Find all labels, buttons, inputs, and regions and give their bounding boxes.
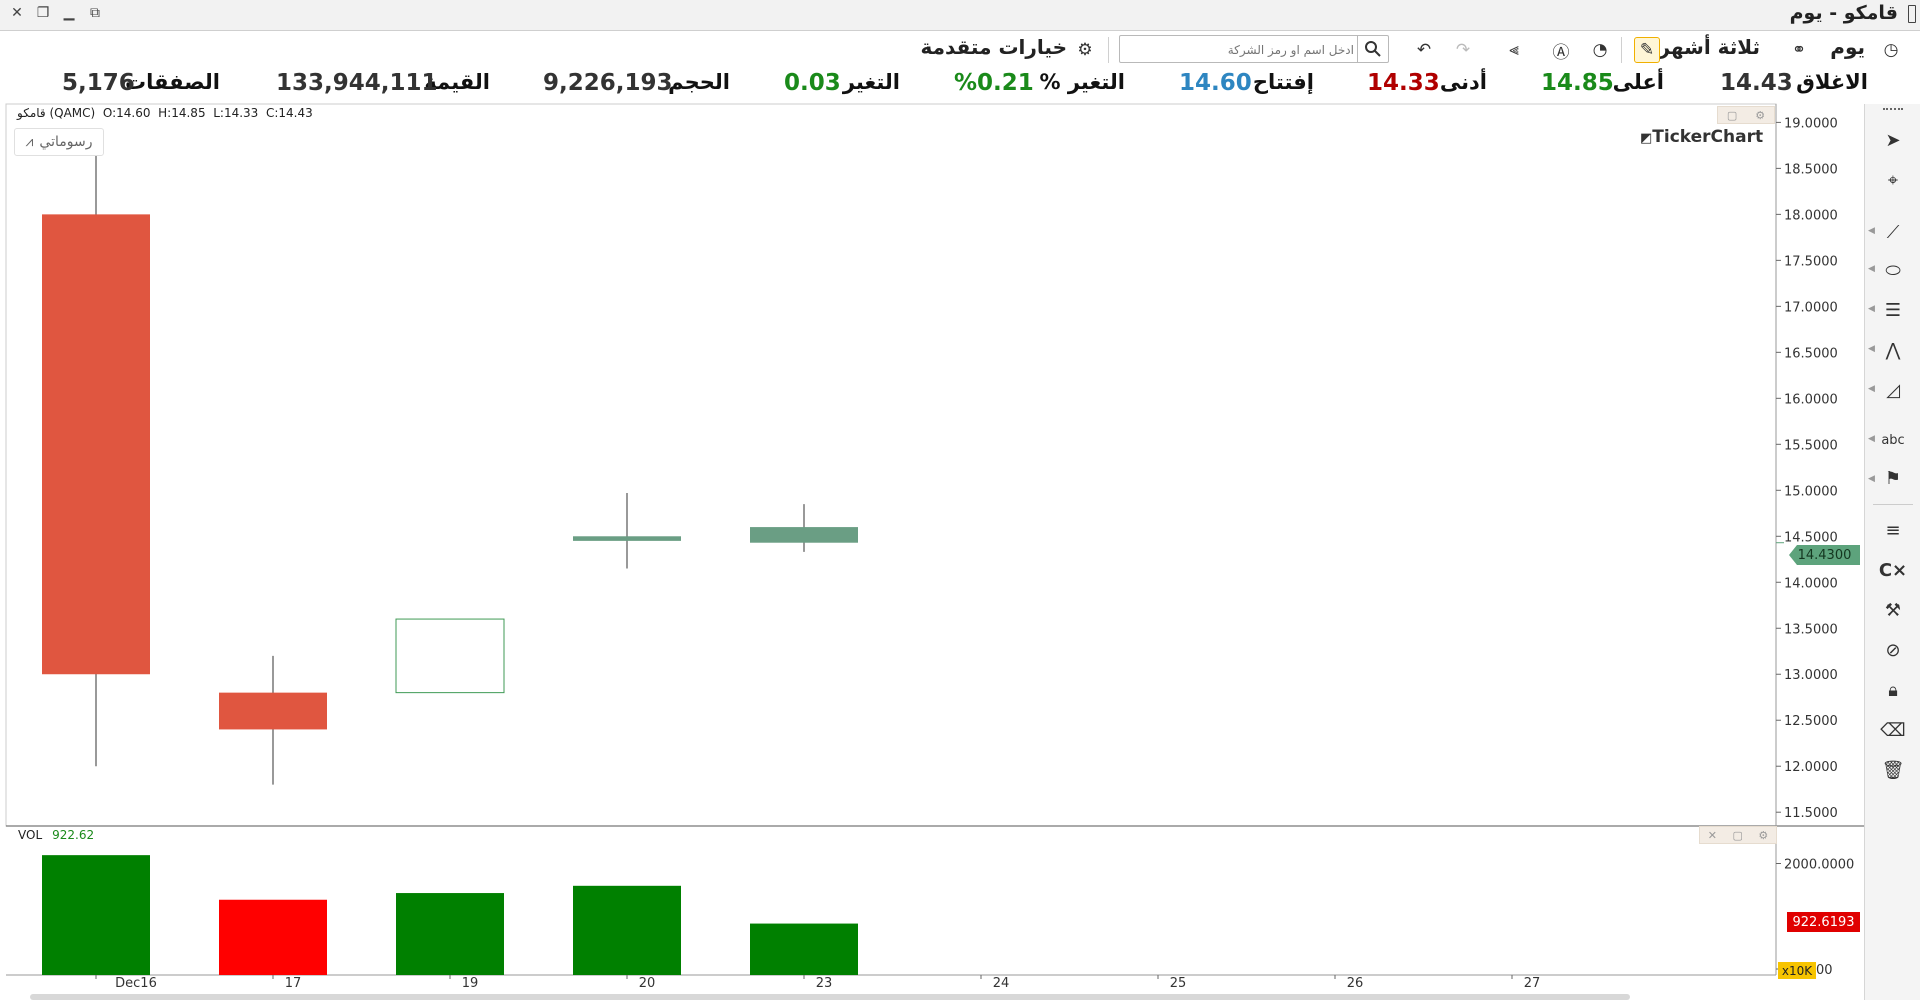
pin-icon[interactable] <box>1908 5 1916 23</box>
vol-y-tick-label: 2000.0000 <box>1784 858 1854 873</box>
legend-low: L:14.33 <box>213 106 259 120</box>
x-tick-label: 17 <box>285 976 302 991</box>
legend-open: O:14.60 <box>102 106 151 120</box>
volume-legend: VOL 922.62 <box>18 828 94 842</box>
text-tool-icon[interactable]: abc <box>1877 424 1909 456</box>
eraser-icon[interactable]: ⌫ <box>1877 714 1909 746</box>
candle-body <box>573 536 681 541</box>
x-tick-label: 24 <box>993 976 1010 991</box>
drawing-tools-sidebar: ➤ ⌖ ◀ ⟋ ◀ ⬭ ◀ ☰ ◀ ⋀ ◀ ◿ ◀ abc ◀ ⚑ ≡ C× ⚒… <box>1864 104 1920 1000</box>
y-tick-label: 17.0000 <box>1784 300 1838 315</box>
panel-settings-icon[interactable]: ⚙ <box>1755 109 1765 122</box>
candle-body <box>42 214 150 675</box>
volume-bar <box>42 855 150 975</box>
y-tick-label: 17.5000 <box>1784 254 1838 269</box>
chart-canvas[interactable]: 19.0000 18.5000 18.0000 17.5000 17.0000 16.50… <box>0 0 1864 1000</box>
vol-y-tick-label: 00 <box>1816 963 1833 978</box>
x-tick-label: 27 <box>1524 976 1541 991</box>
last-price-tag: 14.4300 <box>1789 545 1860 565</box>
hide-drawings-icon[interactable]: ⊘ <box>1877 634 1909 666</box>
objects-list-icon[interactable]: ≡ <box>1877 514 1909 546</box>
x-tick-label: Dec16 <box>115 976 157 991</box>
external-link-icon: ◩ <box>1640 131 1653 146</box>
close-panel-icon[interactable]: ✕ <box>1708 829 1717 842</box>
candle-body <box>750 527 858 543</box>
trendline-icon[interactable]: ⟋ <box>1877 216 1909 248</box>
y-tick-label: 12.0000 <box>1784 760 1838 775</box>
maximize-icon[interactable]: ▢ <box>1727 109 1737 122</box>
volume-bar <box>750 923 858 975</box>
y-tick-label: 13.0000 <box>1784 668 1838 683</box>
x-tick-label: 25 <box>1170 976 1187 991</box>
y-tick-label: 14.0000 <box>1784 576 1838 591</box>
horizontal-scrollbar[interactable] <box>30 994 1630 1000</box>
x-tick-label: 23 <box>816 976 833 991</box>
x-tick-label: 19 <box>462 976 479 991</box>
y-tick-label: 18.5000 <box>1784 162 1838 177</box>
watermark-text: TickerChart <box>1652 127 1764 147</box>
candle-body <box>395 618 505 694</box>
flag-icon[interactable]: ⚑ <box>1877 462 1909 494</box>
crosshair-icon[interactable]: ⌖ <box>1877 164 1909 196</box>
panel-settings-icon[interactable]: ⚙ <box>1758 829 1768 842</box>
gann-icon[interactable]: ◿ <box>1877 374 1909 406</box>
y-tick-label: 16.0000 <box>1784 392 1838 407</box>
volume-bar <box>573 885 681 975</box>
legend-high: H:14.85 <box>158 106 206 120</box>
trash-icon[interactable]: 🗑︎ <box>1877 754 1909 786</box>
volume-legend-label: VOL <box>18 828 43 842</box>
maximize-icon[interactable]: ▢ <box>1732 829 1742 842</box>
legend-close: C:14.43 <box>265 106 313 120</box>
y-tick-label: 13.5000 <box>1784 622 1838 637</box>
volume-legend-value: 922.62 <box>52 828 95 842</box>
ohlc-legend: قامكو (QAMC) O:14.60 H:14.85 L:14.33 C:1… <box>17 106 313 120</box>
y-tick-label: 14.5000 <box>1784 530 1838 545</box>
volume-multiplier-badge: x10K <box>1778 962 1816 979</box>
tickerchart-watermark: ◩TickerChart <box>1640 127 1763 147</box>
my-drawings-label: رسوماتي <box>39 134 93 150</box>
sidebar-divider <box>1873 504 1913 505</box>
magnet-icon[interactable]: ⚒ <box>1877 594 1909 626</box>
zigzag-icon: ⩘ <box>25 134 34 150</box>
x-tick-label: 26 <box>1347 976 1364 991</box>
fibonacci-icon[interactable]: ☰ <box>1877 294 1909 326</box>
clear-indicators-icon[interactable]: C× <box>1877 554 1909 586</box>
y-tick-label: 15.5000 <box>1784 438 1838 453</box>
y-tick-label: 15.0000 <box>1784 484 1838 499</box>
y-tick-label: 16.5000 <box>1784 346 1838 361</box>
symbol-label: قامكو (QAMC) <box>17 106 96 120</box>
volume-bar <box>219 899 327 975</box>
last-volume-tag: 922.6193 <box>1787 912 1860 932</box>
volume-bar <box>396 893 504 975</box>
volume-panel-buttons: ✕ ▢ ⚙ <box>1699 826 1777 844</box>
pattern-icon[interactable]: ⋀ <box>1877 334 1909 366</box>
candle-body <box>219 692 327 730</box>
ellipse-icon[interactable]: ⬭ <box>1877 254 1909 286</box>
cursor-icon[interactable]: ➤ <box>1877 124 1909 156</box>
clock-icon[interactable]: ◷ <box>1878 37 1904 63</box>
y-tick-label: 18.0000 <box>1784 208 1838 223</box>
price-panel-buttons: ▢ ⚙ <box>1717 106 1775 124</box>
y-tick-label: 12.5000 <box>1784 714 1838 729</box>
lock-icon[interactable]: 🔒︎ <box>1877 674 1909 706</box>
y-tick-label: 19.0000 <box>1784 116 1838 131</box>
y-tick-label: 11.5000 <box>1784 806 1838 821</box>
my-drawings-button[interactable]: ⩘ رسوماتي <box>14 128 104 156</box>
x-tick-label: 20 <box>639 976 656 991</box>
sidebar-grip[interactable] <box>1883 108 1903 110</box>
